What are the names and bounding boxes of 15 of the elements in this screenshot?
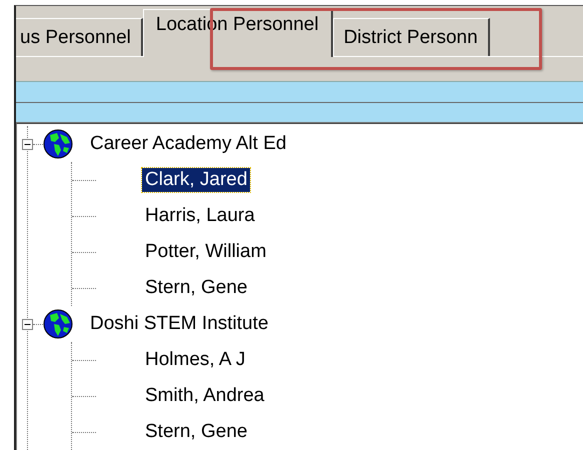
tree-group-label[interactable]: Doshi STEM Institute xyxy=(87,312,272,336)
tree-group-label[interactable]: Career Academy Alt Ed xyxy=(87,132,290,156)
collapse-icon[interactable] xyxy=(22,318,33,330)
tree-item[interactable]: Clark, Jared xyxy=(142,168,250,192)
tree-item[interactable]: Holmes, A J xyxy=(142,348,248,372)
tab[interactable]: us Personnel xyxy=(16,18,143,56)
tab[interactable]: District Personn xyxy=(332,18,490,56)
tree-item[interactable]: Smith, Andrea xyxy=(142,384,268,408)
collapse-icon[interactable] xyxy=(22,138,33,150)
tree-item[interactable]: Stern, Gene xyxy=(142,276,250,300)
tree-item[interactable]: Potter, William xyxy=(142,240,270,264)
globe-icon xyxy=(43,129,73,159)
tree-item[interactable]: Harris, Laura xyxy=(142,204,258,228)
globe-icon xyxy=(43,309,73,339)
tree-item[interactable]: Stern, Gene xyxy=(142,420,250,444)
